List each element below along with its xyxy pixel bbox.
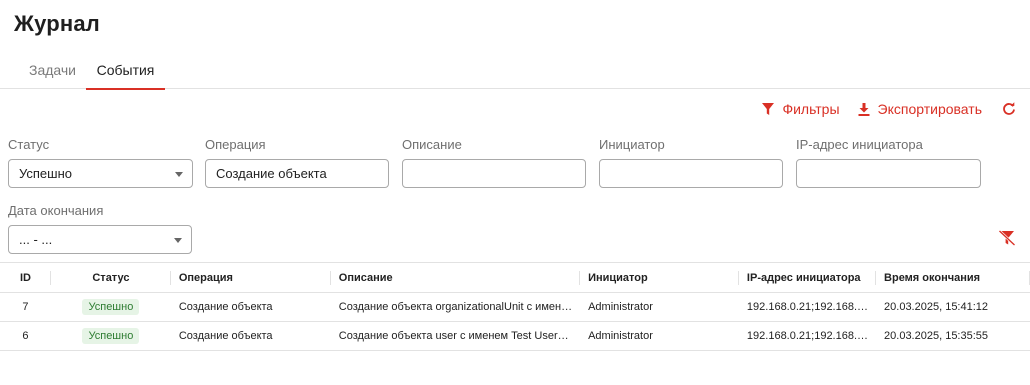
- cell-initiator: Administrator: [588, 301, 653, 313]
- cell-operation: Создание объекта: [178, 330, 273, 342]
- tab-bar: Задачи События: [0, 54, 1030, 90]
- cell-description: Создание объекта organizationalUnit с им…: [338, 301, 573, 313]
- status-filter-label: Статус: [8, 137, 50, 152]
- clear-filter-icon: [998, 230, 1016, 246]
- toolbar: Фильтры Экспортировать: [762, 99, 1016, 119]
- page-title: Журнал: [14, 11, 100, 36]
- cell-id: 6: [22, 330, 29, 342]
- description-filter-label: Описание: [402, 137, 462, 152]
- filters-button[interactable]: Фильтры: [762, 101, 840, 117]
- column-header-operation[interactable]: Операция: [170, 262, 331, 293]
- operation-input[interactable]: Создание объекта: [205, 159, 389, 188]
- cell-end-time: 20.03.2025, 15:35:55: [884, 330, 989, 342]
- column-header-ip[interactable]: IP-адрес инициатора: [738, 262, 877, 293]
- table-row[interactable]: 6 Успешно Создание объекта Создание объе…: [0, 322, 1030, 351]
- end-date-filter-label: Дата окончания: [8, 203, 104, 218]
- status-select-value: Успешно: [19, 166, 72, 181]
- tab-events[interactable]: События: [86, 62, 165, 90]
- end-date-select-value: ... - ...: [19, 232, 53, 247]
- description-input[interactable]: [402, 159, 586, 188]
- export-button[interactable]: Экспортировать: [858, 101, 982, 117]
- cell-initiator: Administrator: [588, 330, 653, 342]
- filters-button-label: Фильтры: [782, 101, 840, 117]
- refresh-button[interactable]: [1002, 102, 1016, 116]
- column-header-status[interactable]: Статус: [50, 262, 171, 293]
- ip-filter-label: IP-адрес инициатора: [796, 137, 923, 152]
- cell-status: Успешно: [51, 293, 171, 322]
- tab-tasks[interactable]: Задачи: [29, 62, 76, 89]
- chevron-down-icon: [174, 238, 182, 243]
- cell-ip: 192.168.0.21;192.168.…: [746, 301, 869, 313]
- cell-end-time: 20.03.2025, 15:41:12: [884, 301, 989, 313]
- download-icon: [858, 102, 870, 116]
- column-header-id[interactable]: ID: [0, 262, 51, 293]
- cell-operation: Создание объекта: [178, 301, 273, 313]
- export-button-label: Экспортировать: [877, 101, 982, 117]
- clear-filters-button[interactable]: [998, 230, 1016, 251]
- filter-icon: [762, 103, 775, 115]
- cell-status: Успешно: [51, 322, 171, 351]
- table-row[interactable]: 7 Успешно Создание объекта Создание объе…: [0, 293, 1030, 322]
- events-table: ID Статус Операция Описание Инициатор IP…: [0, 262, 1030, 351]
- status-badge: Успешно: [82, 299, 140, 315]
- initiator-input[interactable]: [599, 159, 783, 188]
- status-select[interactable]: Успешно: [8, 159, 193, 188]
- status-badge: Успешно: [82, 328, 140, 344]
- cell-ip: 192.168.0.21;192.168.…: [746, 330, 869, 342]
- column-header-initiator[interactable]: Инициатор: [580, 262, 739, 293]
- cell-id: 7: [22, 301, 29, 313]
- column-header-end-time[interactable]: Время окончания: [876, 262, 1030, 293]
- end-date-select[interactable]: ... - ...: [8, 225, 192, 254]
- chevron-down-icon: [175, 172, 183, 177]
- operation-filter-label: Операция: [205, 137, 266, 152]
- refresh-icon: [1003, 102, 1015, 115]
- column-header-description[interactable]: Описание: [330, 262, 581, 293]
- table-header-row: ID Статус Операция Описание Инициатор IP…: [0, 262, 1030, 293]
- initiator-filter-label: Инициатор: [599, 137, 665, 152]
- cell-description: Создание объекта user с именем Test User…: [338, 330, 569, 342]
- ip-input[interactable]: [796, 159, 981, 188]
